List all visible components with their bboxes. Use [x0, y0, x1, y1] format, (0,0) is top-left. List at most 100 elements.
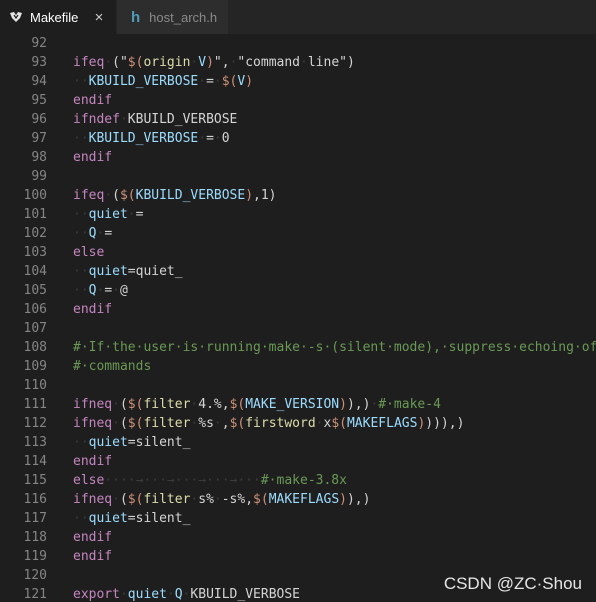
code-token: ) [245, 74, 254, 89]
code-token: ifeq [73, 188, 105, 203]
code-token: ·· [73, 226, 89, 241]
code-text: endif [73, 452, 112, 471]
code-line[interactable]: 106 endif [0, 300, 596, 319]
code-token: filter [143, 397, 191, 412]
line-number: 111 [23, 397, 47, 412]
code-token: · [112, 416, 120, 431]
code-text: else [73, 243, 104, 262]
code-line[interactable]: 92 [0, 34, 596, 53]
code-text: ··KBUILD_VERBOSE·=·0 [73, 129, 230, 148]
code-line[interactable]: 112 ifneq·($(filter·%s·,$(firstword·x$(MA… [0, 414, 596, 433]
line-number: 99 [31, 169, 47, 184]
code-token: (" [112, 55, 128, 70]
code-line[interactable]: 104 ··quiet=quiet_ [0, 262, 596, 281]
tab-makefile[interactable]: Makefile × [0, 0, 116, 34]
code-token: ", [213, 55, 230, 70]
code-token: ····→···→···→···→··· [104, 473, 261, 488]
code-token: $( [221, 74, 238, 89]
code-token: · [112, 397, 120, 412]
code-token: ( [119, 416, 128, 431]
code-token: quiet [88, 511, 128, 526]
code-token: @ [119, 283, 128, 298]
tab-label: host_arch.h [149, 9, 218, 25]
code-line[interactable]: 102 ··Q·= [0, 224, 596, 243]
code-token: , [245, 492, 254, 507]
code-token: ifneq [73, 492, 113, 507]
line-number: 104 [23, 264, 47, 279]
code-line[interactable]: 94 ··KBUILD_VERBOSE·=·$(V) [0, 72, 596, 91]
line-number: 118 [23, 530, 47, 545]
code-token: · [166, 587, 175, 602]
code-line[interactable]: 110 [0, 376, 596, 395]
code-token: · [213, 131, 222, 146]
code-token: ) [339, 492, 347, 507]
code-token: endif [73, 150, 113, 165]
code-line[interactable]: 117 ··quiet=silent_ [0, 509, 596, 528]
code-line[interactable]: 109 #·commands [0, 357, 596, 376]
code-line[interactable]: 98 endif [0, 148, 596, 167]
code-text: ··KBUILD_VERBOSE·=·$(V) [73, 72, 253, 91]
code-line[interactable]: 118 endif [0, 528, 596, 547]
line-number: 115 [23, 473, 47, 488]
line-number: 92 [31, 36, 47, 51]
code-token: · [104, 188, 113, 203]
code-line[interactable]: 119 endif [0, 547, 596, 566]
code-token: endif [73, 302, 113, 317]
code-line[interactable]: 116 ifneq·($(filter·s%·-s%,$(MAKEFLAGS)),… [0, 490, 596, 509]
code-line[interactable]: 100 ifeq·($(KBUILD_VERBOSE),1) [0, 186, 596, 205]
code-token: quiet [88, 207, 128, 222]
code-line[interactable]: 105 ··Q·=·@ [0, 281, 596, 300]
code-token: s% [198, 492, 214, 507]
code-line[interactable]: 99 [0, 167, 596, 186]
line-number: 107 [23, 321, 47, 336]
code-token: filter [143, 416, 191, 431]
line-number: 116 [23, 492, 47, 507]
code-token: ( [119, 492, 128, 507]
code-line[interactable]: 113 ··quiet=silent_ [0, 433, 596, 452]
watermark: CSDN @ZC·Shou [443, 574, 582, 593]
code-line[interactable]: 96 ifndef·KBUILD_VERBOSE [0, 110, 596, 129]
code-token: quiet [127, 587, 167, 602]
code-line[interactable]: 107 [0, 319, 596, 338]
code-line[interactable]: 111 ifneq·($(filter·4.%,$(MAKE_VERSION)),… [0, 395, 596, 414]
code-token: ·· [73, 511, 89, 526]
code-token: KBUILD_VERBOSE [135, 188, 246, 203]
code-token: · [127, 207, 136, 222]
code-token: · [119, 587, 128, 602]
code-line[interactable]: 103 else [0, 243, 596, 262]
code-token: KBUILD_VERBOSE [88, 131, 199, 146]
code-token: KBUILD_VERBOSE [88, 74, 199, 89]
code-token: #·make-4 [378, 397, 441, 412]
line-number: 109 [23, 359, 47, 374]
code-token: origin [143, 55, 191, 70]
code-line[interactable]: 108 #·If·the·user·is·running·make·-s·(sil… [0, 338, 596, 357]
close-icon[interactable]: × [92, 9, 106, 26]
line-number: 98 [31, 150, 47, 165]
code-token: ifndef [73, 112, 120, 127]
code-token: %s [198, 416, 214, 431]
code-line[interactable]: 97 ··KBUILD_VERBOSE·=·0 [0, 129, 596, 148]
makefile-icon [8, 9, 24, 25]
code-text: endif [73, 528, 112, 547]
code-token: · [112, 283, 120, 298]
code-token: MAKEFLAGS [346, 416, 418, 431]
line-number: 105 [23, 283, 47, 298]
code-token: 4.% [198, 397, 222, 412]
tab-label: Makefile [30, 9, 79, 25]
code-line[interactable]: 95 endif [0, 91, 596, 110]
code-token: · [213, 416, 222, 431]
line-number: 97 [31, 131, 47, 146]
code-token: ( [112, 188, 120, 203]
code-token: · [104, 55, 113, 70]
code-line[interactable]: 114 endif [0, 452, 596, 471]
code-token: endif [73, 549, 113, 564]
code-line[interactable]: 101 ··quiet·= [0, 205, 596, 224]
tab-host-arch[interactable]: h host_arch.h [116, 0, 228, 34]
code-line[interactable]: 93 ifeq·("$(origin·V)",·"command·line") [0, 53, 596, 72]
code-token: quiet [88, 435, 128, 450]
line-number: 117 [23, 511, 47, 526]
code-line[interactable]: 115 else····→···→···→···→···#·make-3.8x [0, 471, 596, 490]
code-editor[interactable]: 92 93 ifeq·("$(origin·V)",·"command·line")… [0, 34, 596, 602]
code-token: $( [253, 492, 269, 507]
code-token: $( [331, 416, 347, 431]
